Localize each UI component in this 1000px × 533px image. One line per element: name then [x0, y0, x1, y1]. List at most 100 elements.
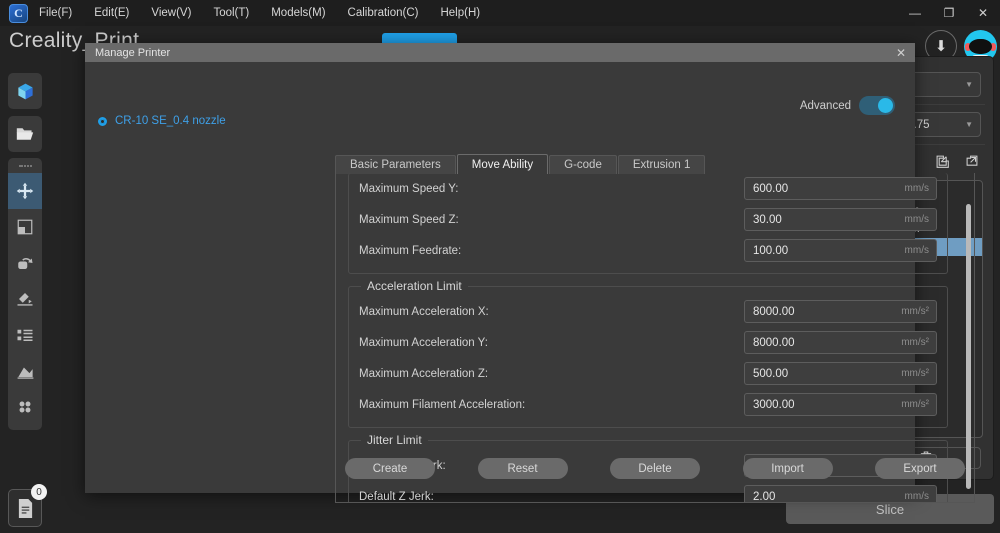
- rotate-icon: [18, 258, 33, 269]
- advanced-toggle-row: Advanced: [800, 96, 895, 115]
- table-row: Maximum Speed Y: 600.00 mm/s: [359, 177, 937, 200]
- row-value: 3000.00: [753, 398, 795, 411]
- radio-selected-icon: [98, 116, 107, 126]
- advanced-toggle[interactable]: [859, 96, 895, 115]
- export-profile-icon[interactable]: [965, 154, 979, 171]
- advanced-label: Advanced: [799, 99, 851, 112]
- menu-help[interactable]: Help(H): [429, 0, 491, 26]
- creality-logo-icon[interactable]: C: [9, 3, 28, 23]
- printer-list-item-label: CR-10 SE_0.4 nozzle: [115, 115, 226, 127]
- max-speed-y-input[interactable]: 600.00 mm/s: [744, 177, 937, 200]
- row-label: Maximum Filament Acceleration:: [359, 398, 526, 411]
- create-button[interactable]: Create: [345, 458, 435, 479]
- application-window: C File(F) Edit(E) View(V) Tool(T) Models…: [0, 0, 1000, 533]
- row-unit: mm/s: [904, 183, 929, 194]
- folder-glyph: [16, 128, 34, 140]
- support-tool[interactable]: [8, 353, 42, 389]
- row-label: Maximum Acceleration X:: [359, 305, 489, 318]
- row-value: 100.00: [753, 244, 789, 257]
- row-value: 2.00: [753, 490, 776, 503]
- list-icon: [17, 329, 33, 341]
- dialog-title-bar[interactable]: Manage Printer ✕: [85, 43, 915, 62]
- group-legend: Jitter Limit: [361, 433, 428, 447]
- dialog-title: Manage Printer: [95, 46, 171, 59]
- export-glyph: [966, 155, 978, 166]
- open-folder-icon[interactable]: [8, 116, 42, 152]
- menu-bar: C File(F) Edit(E) View(V) Tool(T) Models…: [0, 0, 1000, 26]
- printer-list-item[interactable]: CR-10 SE_0.4 nozzle: [98, 115, 250, 127]
- delete-button[interactable]: Delete: [610, 458, 700, 479]
- manage-printer-dialog: Manage Printer ✕ CR-10 SE_0.4 nozzle Adv…: [85, 43, 975, 503]
- import-profile-icon[interactable]: [935, 154, 949, 171]
- row-unit: mm/s²: [901, 337, 929, 348]
- menu-view[interactable]: View(V): [140, 0, 202, 26]
- menu-calibration-label: Calibration(C): [347, 7, 419, 19]
- maximize-button[interactable]: ❐: [932, 0, 966, 26]
- row-label: Maximum Acceleration Y:: [359, 336, 488, 349]
- max-speed-z-input[interactable]: 30.00 mm/s: [744, 208, 937, 231]
- model-cube-icon[interactable]: [8, 73, 42, 109]
- minimize-button[interactable]: —: [898, 0, 932, 26]
- support-icon: [17, 367, 33, 379]
- max-feedrate-input[interactable]: 100.00 mm/s: [744, 239, 937, 262]
- place-face-icon: [17, 293, 33, 306]
- export-button[interactable]: Export: [875, 458, 965, 479]
- group-legend: Acceleration Limit: [361, 279, 468, 293]
- row-value: 8000.00: [753, 305, 795, 318]
- close-icon[interactable]: ✕: [893, 47, 909, 59]
- import-glyph: [936, 155, 949, 168]
- menu-models[interactable]: Models(M): [260, 0, 336, 26]
- cube-glyph: [17, 83, 33, 99]
- row-unit: mm/s²: [901, 306, 929, 317]
- scrollbar-thumb[interactable]: [966, 204, 971, 489]
- window-controls: — ❐ ✕: [898, 0, 1000, 26]
- menu-edit-label: Edit(E): [94, 7, 130, 19]
- reset-button[interactable]: Reset: [477, 458, 568, 479]
- dialog-action-buttons: Create Reset Delete Import Export: [335, 458, 975, 479]
- place-on-face-tool[interactable]: [8, 281, 42, 317]
- parameters-panel: Maximum Speed Y: 600.00 mm/s Maximum Spe…: [335, 173, 975, 503]
- default-z-jerk-input[interactable]: 2.00 mm/s: [744, 485, 937, 503]
- menu-tool[interactable]: Tool(T): [202, 0, 260, 26]
- menu-edit[interactable]: Edit(E): [83, 0, 140, 26]
- max-filament-acceleration-input[interactable]: 3000.00 mm/s²: [744, 393, 937, 416]
- tab-g-code[interactable]: G-code: [549, 155, 617, 174]
- vertical-scrollbar[interactable]: [966, 179, 971, 496]
- move-arrows-icon: [16, 182, 34, 200]
- close-button[interactable]: ✕: [966, 0, 1000, 26]
- arrange-tool[interactable]: [8, 389, 42, 425]
- doc-glyph: [18, 498, 32, 518]
- rotate-tool[interactable]: [8, 245, 42, 281]
- chevron-down-icon: ▼: [965, 120, 973, 129]
- document-count-badge: 0: [31, 484, 47, 500]
- parameters-scroll-area[interactable]: Maximum Speed Y: 600.00 mm/s Maximum Spe…: [336, 173, 974, 502]
- max-acceleration-z-input[interactable]: 500.00 mm/s²: [744, 362, 937, 385]
- table-row: Maximum Acceleration Y: 8000.00 mm/s²: [359, 331, 937, 354]
- move-tool[interactable]: [8, 173, 42, 209]
- scale-tool[interactable]: [8, 209, 42, 245]
- menu-file-label: File(F): [39, 7, 73, 19]
- import-button[interactable]: Import: [742, 458, 833, 479]
- document-icon[interactable]: 0: [8, 484, 47, 527]
- table-row: Maximum Filament Acceleration: 3000.00 m…: [359, 393, 937, 416]
- row-unit: mm/s: [904, 245, 929, 256]
- row-unit: mm/s: [904, 214, 929, 225]
- left-toolbar-tools: [8, 158, 42, 430]
- acceleration-limit-group: Acceleration Limit Maximum Acceleration …: [348, 279, 948, 428]
- max-acceleration-x-input[interactable]: 8000.00 mm/s²: [744, 300, 937, 323]
- arrange-dots-icon: [19, 401, 31, 413]
- row-unit: mm/s²: [901, 399, 929, 410]
- scale-icon: [17, 219, 33, 235]
- row-value: 30.00: [753, 213, 782, 226]
- menu-tool-label: Tool(T): [213, 7, 250, 19]
- tab-move-ability[interactable]: Move Ability: [456, 154, 549, 174]
- avatar-visor: [969, 39, 992, 54]
- drag-grip-icon[interactable]: [18, 165, 32, 168]
- list-tool[interactable]: [8, 317, 42, 353]
- menu-calibration[interactable]: Calibration(C): [337, 0, 430, 26]
- tab-basic-parameters[interactable]: Basic Parameters: [335, 155, 456, 174]
- table-row: Default Z Jerk: 2.00 mm/s: [359, 485, 937, 503]
- tab-extrusion-1[interactable]: Extrusion 1: [617, 155, 706, 174]
- menu-file[interactable]: File(F): [28, 0, 83, 26]
- max-acceleration-y-input[interactable]: 8000.00 mm/s²: [744, 331, 937, 354]
